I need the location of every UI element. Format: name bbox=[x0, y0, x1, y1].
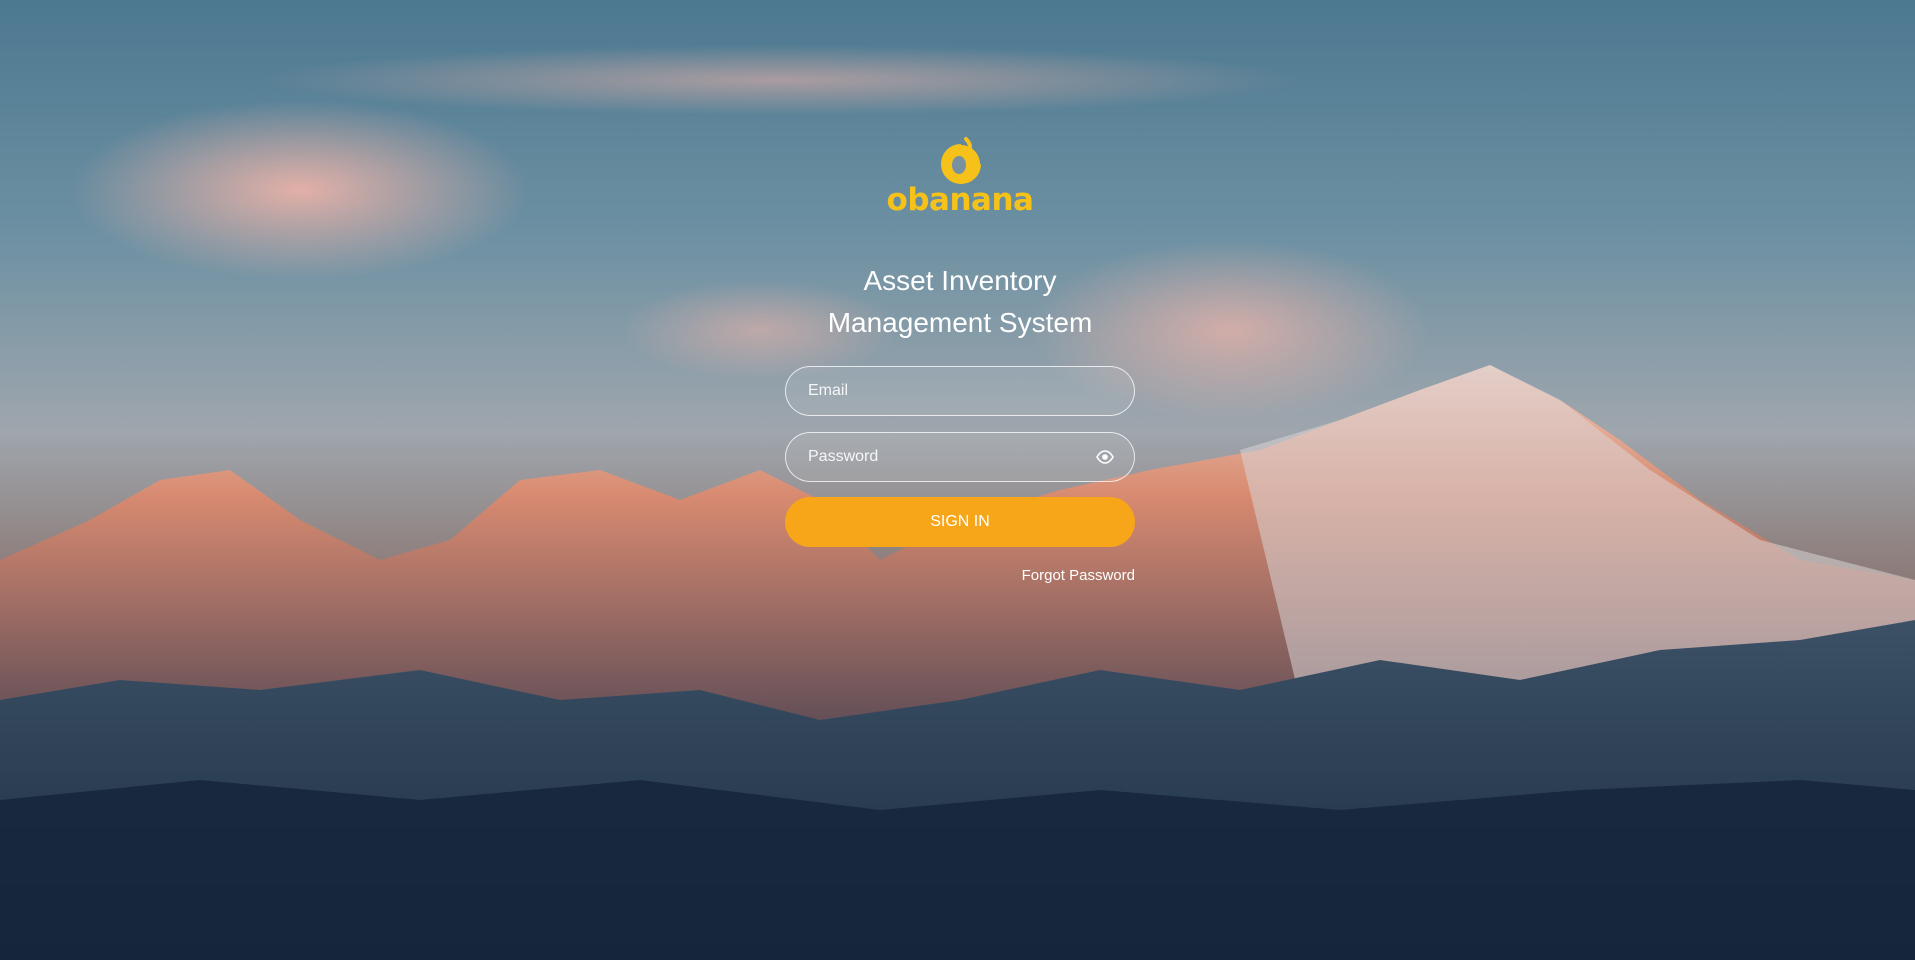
title-line-1: Asset Inventory bbox=[863, 265, 1057, 296]
logo-text: obanana bbox=[886, 182, 1034, 218]
title-line-2: Management System bbox=[827, 307, 1093, 338]
sign-in-button[interactable]: SIGN IN bbox=[785, 497, 1135, 547]
password-field-wrapper bbox=[785, 432, 1135, 482]
brand-logo: obanana bbox=[887, 135, 1034, 216]
page-title: Asset Inventory Management System bbox=[828, 260, 1093, 344]
email-field[interactable] bbox=[806, 381, 1114, 401]
login-panel: obanana Asset Inventory Management Syste… bbox=[785, 135, 1135, 584]
forgot-password-link[interactable]: Forgot Password bbox=[1022, 567, 1135, 584]
logo-icon bbox=[940, 137, 981, 185]
password-field[interactable] bbox=[806, 447, 1096, 467]
login-page: obanana Asset Inventory Management Syste… bbox=[0, 0, 1915, 960]
forgot-password-row: Forgot Password bbox=[785, 567, 1135, 584]
email-field-wrapper bbox=[785, 366, 1135, 416]
eye-icon[interactable] bbox=[1096, 450, 1114, 464]
